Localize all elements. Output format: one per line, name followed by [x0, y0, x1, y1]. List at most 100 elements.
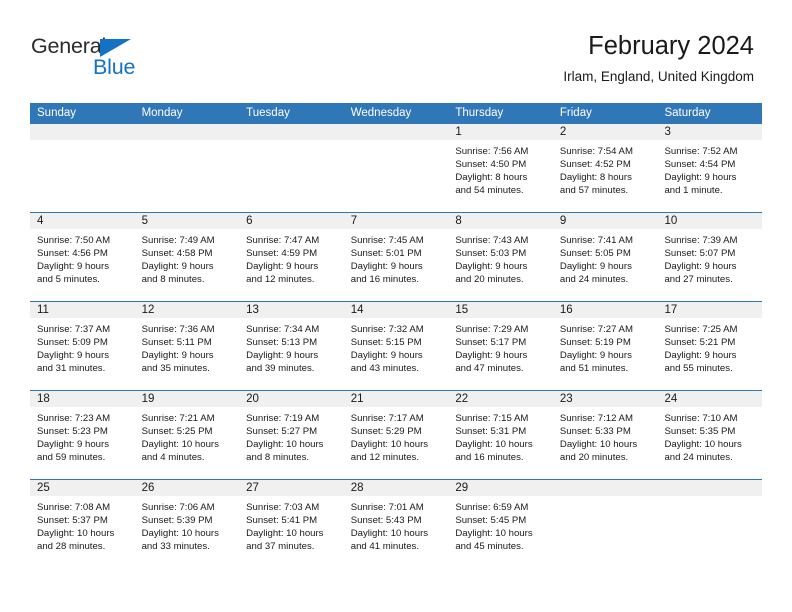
day-detail-line: Sunrise: 7:47 AM: [246, 235, 320, 246]
day-number[interactable]: 19: [135, 391, 240, 407]
day-cell[interactable]: Sunrise: 7:01 AM Sunset: 5:43 PM Daylight:…: [344, 496, 449, 570]
day-cell[interactable]: Sunrise: 7:36 AM Sunset: 5:11 PM Daylight:…: [135, 318, 240, 390]
day-number[interactable]: 6: [239, 213, 344, 229]
day-number[interactable]: 5: [135, 213, 240, 229]
day-detail-line: Sunset: 5:33 PM: [559, 426, 631, 438]
day-number[interactable]: 7: [344, 213, 449, 229]
week-daynumber-band: 25 26 27 28 29: [30, 480, 762, 496]
day-cell[interactable]: Sunrise: 6:59 AM Sunset: 5:45 PM Daylight:…: [448, 496, 553, 570]
day-number[interactable]: 25: [30, 480, 135, 496]
day-cell-empty: [657, 496, 762, 570]
day-detail-line: Sunset: 5:25 PM: [141, 426, 213, 438]
day-detail-line: Sunrise: 7:43 AM: [455, 235, 529, 246]
day-detail-line: Daylight: 10 hours: [141, 528, 219, 540]
day-cell[interactable]: Sunrise: 7:03 AM Sunset: 5:41 PM Daylight:…: [239, 496, 344, 570]
day-cell[interactable]: Sunrise: 7:12 AM Sunset: 5:33 PM Daylight:…: [553, 407, 658, 479]
day-detail-line: Sunset: 5:05 PM: [559, 248, 631, 260]
day-cell[interactable]: Sunrise: 7:52 AM Sunset: 4:54 PM Daylight:…: [657, 140, 762, 212]
day-cell[interactable]: Sunrise: 7:19 AM Sunset: 5:27 PM Daylight:…: [239, 407, 344, 479]
day-number[interactable]: 17: [657, 302, 762, 318]
day-cell[interactable]: Sunrise: 7:10 AM Sunset: 5:35 PM Daylight:…: [657, 407, 762, 479]
day-detail-line: Daylight: 9 hours: [664, 261, 737, 273]
day-detail-line: Sunset: 5:23 PM: [37, 426, 108, 438]
weekday-header-monday: Monday: [141, 107, 183, 119]
day-cell[interactable]: Sunrise: 7:49 AM Sunset: 4:58 PM Daylight:…: [135, 229, 240, 301]
day-detail-line: and 51 minutes.: [559, 363, 629, 375]
day-detail-line: and 39 minutes.: [246, 363, 315, 375]
day-number[interactable]: 10: [657, 213, 762, 229]
day-number-empty: [239, 124, 344, 140]
day-cell[interactable]: Sunrise: 7:50 AM Sunset: 4:56 PM Daylight:…: [30, 229, 135, 301]
day-cell[interactable]: Sunrise: 7:47 AM Sunset: 4:59 PM Daylight:…: [239, 229, 344, 301]
day-cell[interactable]: Sunrise: 7:15 AM Sunset: 5:31 PM Daylight:…: [448, 407, 553, 479]
day-detail-line: and 27 minutes.: [664, 274, 733, 286]
day-number[interactable]: 15: [448, 302, 553, 318]
day-detail-line: Sunset: 5:01 PM: [350, 248, 422, 260]
day-number[interactable]: 16: [553, 302, 658, 318]
day-detail-line: and 4 minutes.: [141, 452, 205, 464]
day-cell-empty: [553, 496, 658, 570]
day-detail-line: and 12 minutes.: [246, 274, 315, 286]
day-detail-line: and 5 minutes.: [37, 274, 100, 286]
week-detail-band: Sunrise: 7:50 AM Sunset: 4:56 PM Daylight:…: [30, 229, 762, 301]
day-cell[interactable]: Sunrise: 7:56 AM Sunset: 4:50 PM Daylight:…: [448, 140, 553, 212]
day-number[interactable]: 3: [657, 124, 762, 140]
day-detail-line: Sunset: 5:15 PM: [350, 337, 422, 349]
day-detail-line: Sunrise: 7:39 AM: [664, 235, 738, 246]
day-number[interactable]: 27: [239, 480, 344, 496]
day-number[interactable]: 23: [553, 391, 658, 407]
day-number[interactable]: 14: [344, 302, 449, 318]
day-cell[interactable]: Sunrise: 7:06 AM Sunset: 5:39 PM Daylight:…: [135, 496, 240, 570]
day-number[interactable]: 11: [30, 302, 135, 318]
day-detail-line: Daylight: 10 hours: [37, 528, 115, 540]
day-cell[interactable]: Sunrise: 7:27 AM Sunset: 5:19 PM Daylight:…: [553, 318, 658, 390]
day-detail-line: Daylight: 10 hours: [350, 528, 429, 540]
day-number[interactable]: 8: [448, 213, 553, 229]
day-detail-line: Sunrise: 7:17 AM: [350, 413, 424, 424]
day-cell[interactable]: Sunrise: 7:25 AM Sunset: 5:21 PM Daylight:…: [657, 318, 762, 390]
day-number-empty: [553, 480, 658, 496]
day-cell[interactable]: Sunrise: 7:29 AM Sunset: 5:17 PM Daylight:…: [448, 318, 553, 390]
day-cell[interactable]: Sunrise: 7:23 AM Sunset: 5:23 PM Daylight:…: [30, 407, 135, 479]
day-cell[interactable]: Sunrise: 7:08 AM Sunset: 5:37 PM Daylight:…: [30, 496, 135, 570]
general-blue-logo[interactable]: General Blue: [31, 35, 231, 88]
day-detail-line: Sunset: 5:17 PM: [455, 337, 527, 349]
day-detail-line: Daylight: 8 hours: [559, 172, 632, 184]
day-detail-line: Sunset: 5:13 PM: [246, 337, 318, 349]
day-cell[interactable]: Sunrise: 7:34 AM Sunset: 5:13 PM Daylight:…: [239, 318, 344, 390]
weekday-header-friday: Friday: [559, 107, 592, 119]
day-number[interactable]: 2: [553, 124, 658, 140]
day-cell[interactable]: Sunrise: 7:17 AM Sunset: 5:29 PM Daylight:…: [344, 407, 449, 479]
day-cell-empty: [239, 140, 344, 212]
day-detail-line: Sunrise: 7:54 AM: [559, 146, 633, 157]
day-cell[interactable]: Sunrise: 7:32 AM Sunset: 5:15 PM Daylight:…: [344, 318, 449, 390]
week-daynumber-band: 123: [30, 124, 762, 140]
day-cell[interactable]: Sunrise: 7:41 AM Sunset: 5:05 PM Daylight:…: [553, 229, 658, 301]
day-number[interactable]: 1: [448, 124, 553, 140]
day-number[interactable]: 22: [448, 391, 553, 407]
day-detail-line: and 45 minutes.: [455, 541, 524, 553]
day-detail-line: Sunrise: 6:59 AM: [455, 502, 529, 513]
day-cell[interactable]: Sunrise: 7:39 AM Sunset: 5:07 PM Daylight:…: [657, 229, 762, 301]
day-number[interactable]: 21: [344, 391, 449, 407]
day-detail-line: Sunset: 5:43 PM: [350, 515, 422, 527]
day-number[interactable]: 12: [135, 302, 240, 318]
day-cell[interactable]: Sunrise: 7:45 AM Sunset: 5:01 PM Daylight:…: [344, 229, 449, 301]
day-number[interactable]: 4: [30, 213, 135, 229]
day-number[interactable]: 26: [135, 480, 240, 496]
day-number[interactable]: 24: [657, 391, 762, 407]
day-cell[interactable]: Sunrise: 7:37 AM Sunset: 5:09 PM Daylight:…: [30, 318, 135, 390]
day-number[interactable]: 29: [448, 480, 553, 496]
day-number[interactable]: 13: [239, 302, 344, 318]
calendar-page: General Blue February 2024 Irlam, Englan…: [0, 0, 792, 612]
day-detail-line: Daylight: 10 hours: [246, 528, 324, 540]
day-number[interactable]: 9: [553, 213, 658, 229]
day-cell[interactable]: Sunrise: 7:21 AM Sunset: 5:25 PM Daylight:…: [135, 407, 240, 479]
day-number[interactable]: 18: [30, 391, 135, 407]
day-cell[interactable]: Sunrise: 7:43 AM Sunset: 5:03 PM Daylight:…: [448, 229, 553, 301]
day-number[interactable]: 28: [344, 480, 449, 496]
day-number[interactable]: 20: [239, 391, 344, 407]
day-number-empty: [135, 124, 240, 140]
day-cell[interactable]: Sunrise: 7:54 AM Sunset: 4:52 PM Daylight:…: [553, 140, 658, 212]
day-detail-line: Sunrise: 7:27 AM: [559, 324, 633, 335]
